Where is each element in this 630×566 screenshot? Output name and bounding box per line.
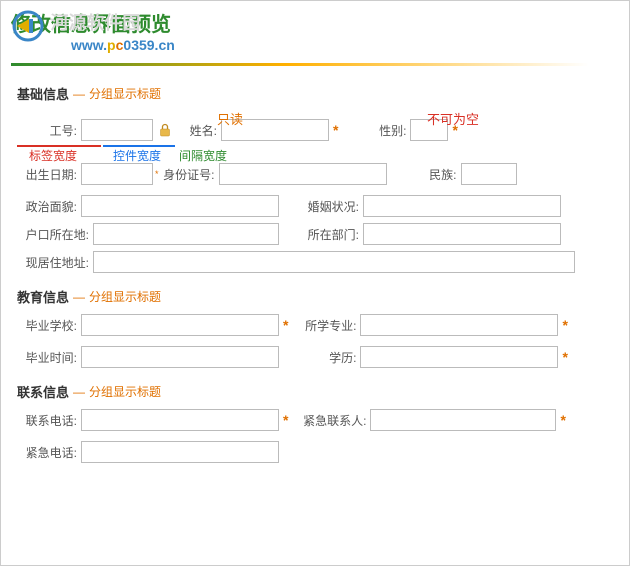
star-school: * <box>283 317 288 333</box>
page-header: 河源软件园 修改信息界面预览 www.pc0359.cn <box>1 1 629 61</box>
input-political[interactable] <box>81 195 279 217</box>
label-idcard: 身份证号: <box>161 166 219 183</box>
annotation-required-wrap: 不可为空 <box>427 109 479 128</box>
star-degree: * <box>562 349 567 365</box>
label-grad-time: 毕业时间: <box>17 349 81 366</box>
form-area: 基础信息 — 分组显示标题 只读 不可为空 工号: 姓名: * 性别: * 标签… <box>1 66 629 479</box>
label-address: 现居住地址: <box>17 254 93 271</box>
input-marital[interactable] <box>363 195 561 217</box>
input-emergency-phone[interactable] <box>81 441 279 463</box>
watermark: 河源软件园 <box>11 9 140 46</box>
logo-icon <box>11 9 45 43</box>
label-emergency-contact: 紧急联系人: <box>292 412 370 429</box>
label-dept: 所在部门: <box>279 226 363 243</box>
star-major: * <box>562 317 567 333</box>
section-basic-note: 分组显示标题 <box>89 85 161 102</box>
label-hukou: 户口所在地: <box>17 226 93 243</box>
section-contact-header: 联系信息 — 分组显示标题 <box>17 382 613 401</box>
watermark-text: 河源软件园 <box>50 13 140 33</box>
section-edu-header: 教育信息 — 分组显示标题 <box>17 287 613 306</box>
annotation-required: 不可为空 <box>427 112 479 127</box>
ann-control-width: 控件宽度 <box>113 147 161 164</box>
section-dash: — <box>73 87 85 101</box>
label-ethnic: 民族: <box>387 166 461 183</box>
ann-label-width: 标签宽度 <box>29 147 77 164</box>
label-degree: 学历: <box>292 349 360 366</box>
annotation-readonly: 只读 <box>217 109 243 128</box>
star-name: * <box>333 122 338 138</box>
section-edu-title: 教育信息 <box>17 287 69 306</box>
label-marital: 婚姻状况: <box>279 198 363 215</box>
label-name: 姓名: <box>177 122 221 139</box>
input-birth[interactable] <box>81 163 153 185</box>
label-political: 政治面貌: <box>17 198 81 215</box>
section-dash: — <box>73 385 85 399</box>
input-dept[interactable] <box>363 223 561 245</box>
label-major: 所学专业: <box>292 317 360 334</box>
input-emergency-contact[interactable] <box>370 409 556 431</box>
label-emp-no: 工号: <box>17 122 81 139</box>
input-ethnic[interactable] <box>461 163 517 185</box>
input-major[interactable] <box>360 314 558 336</box>
label-birth: 出生日期: <box>17 166 81 183</box>
input-degree[interactable] <box>360 346 558 368</box>
input-hukou[interactable] <box>93 223 279 245</box>
ann-gap-width: 间隔宽度 <box>179 147 227 164</box>
input-idcard[interactable] <box>219 163 387 185</box>
lock-icon <box>157 122 173 138</box>
section-basic-header: 基础信息 — 分组显示标题 <box>17 84 613 103</box>
site-url: www.pc0359.cn <box>71 37 619 53</box>
section-contact-title: 联系信息 <box>17 382 69 401</box>
input-grad-time[interactable] <box>81 346 279 368</box>
star-birth: * <box>155 169 159 179</box>
label-emergency-phone: 紧急电话: <box>17 444 81 461</box>
input-address[interactable] <box>93 251 575 273</box>
star-phone: * <box>283 412 288 428</box>
section-edu-note: 分组显示标题 <box>89 288 161 305</box>
section-basic-title: 基础信息 <box>17 84 69 103</box>
input-phone[interactable] <box>81 409 279 431</box>
input-school[interactable] <box>81 314 279 336</box>
section-dash: — <box>73 290 85 304</box>
label-gender: 性别: <box>342 122 410 139</box>
input-emp-no[interactable] <box>81 119 153 141</box>
section-contact-note: 分组显示标题 <box>89 383 161 400</box>
row1-wrapper: 只读 不可为空 工号: 姓名: * 性别: * 标签宽度 控件宽度 间隔宽度 <box>17 119 613 141</box>
label-phone: 联系电话: <box>17 412 81 429</box>
star-emg: * <box>560 412 565 428</box>
label-school: 毕业学校: <box>17 317 81 334</box>
